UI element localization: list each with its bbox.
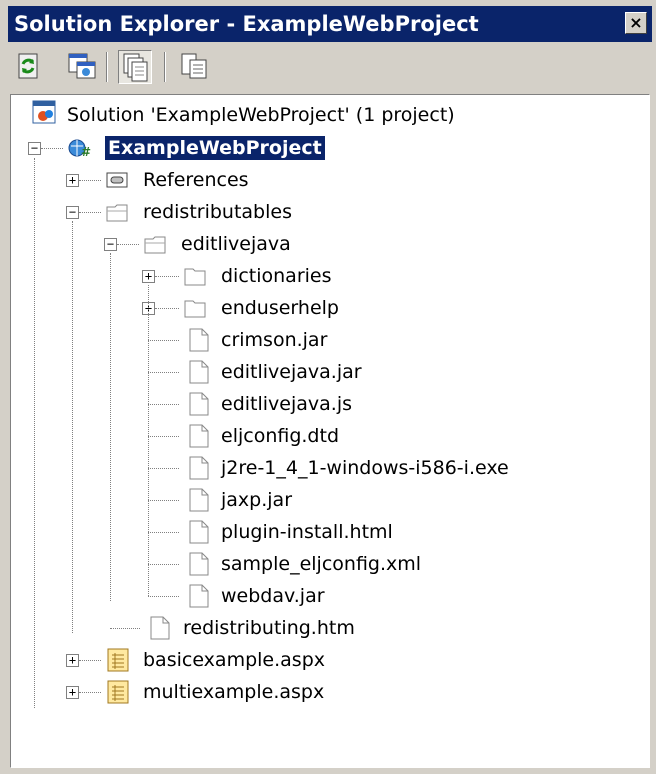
- close-button[interactable]: ×: [625, 12, 647, 34]
- title-bar[interactable]: Solution Explorer - ExampleWebProject ×: [8, 6, 652, 42]
- dictionaries-node[interactable]: dictionaries: [221, 264, 332, 288]
- editlivejava-collapse-toggle[interactable]: −: [104, 238, 117, 251]
- tree-line: [148, 532, 179, 533]
- redistributables-collapse-toggle[interactable]: −: [66, 206, 79, 219]
- tree-line: [79, 180, 101, 181]
- properties-button[interactable]: [178, 50, 212, 84]
- properties-icon: [181, 53, 207, 79]
- file-icon: [186, 519, 212, 545]
- refresh-icon: [18, 53, 38, 79]
- tree-line: [155, 276, 179, 277]
- tree-line: [34, 158, 35, 708]
- folder-icon: [183, 295, 209, 321]
- file-node[interactable]: webdav.jar: [221, 584, 325, 608]
- file-icon: [186, 391, 212, 417]
- tree-line: [148, 564, 179, 565]
- file-icon: [186, 359, 212, 385]
- file-node[interactable]: editlivejava.js: [221, 392, 352, 416]
- tree-line: [148, 285, 149, 596]
- file-icon: [147, 615, 173, 641]
- tree-line: [148, 596, 179, 597]
- folder-icon: [183, 263, 209, 289]
- multiexample-node[interactable]: multiexample.aspx: [143, 680, 324, 704]
- project-node[interactable]: ExampleWebProject: [105, 136, 325, 160]
- aspx-page-icon: [105, 647, 131, 673]
- tree-line: [110, 628, 140, 629]
- tree-line: [72, 221, 73, 633]
- tree-line: [148, 372, 179, 373]
- solution-tree[interactable]: Solution 'ExampleWebProject' (1 project)…: [10, 94, 650, 768]
- web-project-icon: #: [67, 134, 93, 160]
- aspx-page-icon: [105, 679, 131, 705]
- references-node[interactable]: References: [143, 168, 249, 192]
- file-node[interactable]: jaxp.jar: [221, 488, 292, 512]
- file-node[interactable]: plugin-install.html: [221, 520, 393, 544]
- file-node[interactable]: eljconfig.dtd: [221, 424, 339, 448]
- file-icon: [186, 487, 212, 513]
- enduserhelp-node[interactable]: enduserhelp: [221, 296, 339, 320]
- open-folder-icon: [143, 231, 169, 257]
- references-icon: [105, 167, 131, 193]
- tree-line: [79, 212, 101, 213]
- solution-icon: [31, 99, 57, 125]
- redistributables-node[interactable]: redistributables: [143, 200, 292, 224]
- tree-line: [148, 404, 179, 405]
- tree-line: [148, 468, 179, 469]
- window-title: Solution Explorer - ExampleWebProject: [14, 12, 479, 36]
- file-icon: [186, 423, 212, 449]
- redistributing-node[interactable]: redistributing.htm: [183, 616, 355, 640]
- tree-line: [41, 148, 63, 149]
- multiexample-expand-toggle[interactable]: +: [66, 686, 79, 699]
- file-node[interactable]: crimson.jar: [221, 328, 327, 352]
- show-all-files-button[interactable]: [118, 50, 152, 84]
- solution-node[interactable]: Solution 'ExampleWebProject' (1 project): [67, 103, 455, 127]
- file-node[interactable]: sample_eljconfig.xml: [221, 552, 421, 576]
- tree-line: [148, 500, 179, 501]
- basicexample-expand-toggle[interactable]: +: [66, 654, 79, 667]
- file-icon: [186, 455, 212, 481]
- tree-line: [148, 436, 179, 437]
- solution-explorer-window: Solution Explorer - ExampleWebProject ×: [0, 0, 656, 774]
- tree-line: [110, 253, 111, 601]
- open-folder-icon: [105, 199, 131, 225]
- toolbar-separator: [164, 52, 166, 82]
- project-collapse-toggle[interactable]: −: [28, 142, 41, 155]
- toolbar-separator: [106, 52, 108, 82]
- copy-project-button[interactable]: [66, 50, 100, 84]
- svg-text:#: #: [81, 145, 91, 159]
- tree-line: [155, 308, 179, 309]
- file-icon: [186, 583, 212, 609]
- tree-line: [148, 340, 179, 341]
- show-all-files-icon: [123, 53, 148, 82]
- references-expand-toggle[interactable]: +: [66, 174, 79, 187]
- file-node[interactable]: j2re-1_4_1-windows-i586-i.exe: [221, 456, 509, 480]
- editlivejava-node[interactable]: editlivejava: [181, 232, 291, 256]
- tree-line: [79, 660, 101, 661]
- file-icon: [186, 327, 212, 353]
- file-node[interactable]: editlivejava.jar: [221, 360, 362, 384]
- basicexample-node[interactable]: basicexample.aspx: [143, 648, 325, 672]
- tree-line: [79, 692, 101, 693]
- toolbar: [8, 44, 652, 90]
- file-icon: [186, 551, 212, 577]
- dictionaries-expand-toggle[interactable]: +: [142, 270, 155, 283]
- refresh-button[interactable]: [12, 50, 46, 84]
- tree-line: [117, 244, 139, 245]
- copy-project-icon: [68, 53, 96, 79]
